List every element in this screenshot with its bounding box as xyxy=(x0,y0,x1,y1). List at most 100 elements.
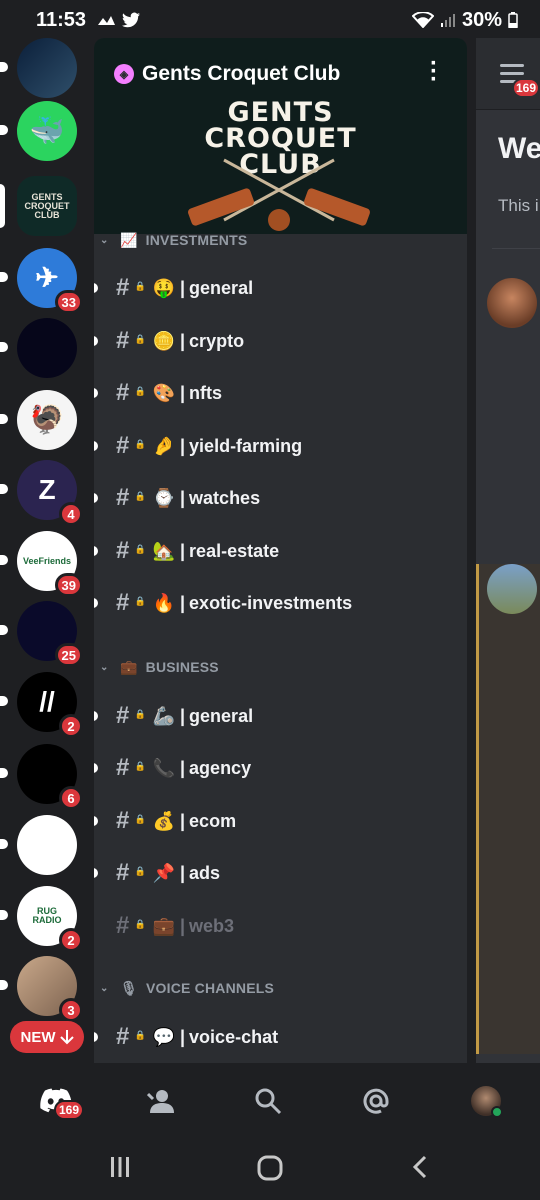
unread-indicator xyxy=(94,868,98,878)
separator: | xyxy=(180,435,186,456)
category-label: INVESTMENTS xyxy=(145,232,248,248)
server-glyph: 🐳 xyxy=(29,115,65,146)
server-icon-server-slash[interactable]: //2 xyxy=(0,672,83,738)
channel-agency[interactable]: # 🔒 📞 | agency xyxy=(94,746,467,790)
server-icon-server-turkey[interactable]: 🦃 xyxy=(0,390,77,450)
category-emoji: 🎙 xyxy=(120,979,138,996)
channel-name: exotic-investments xyxy=(189,592,353,613)
server-glyph: ✈ xyxy=(35,262,59,293)
server-icon-server-neon[interactable]: 25 xyxy=(0,601,83,667)
locked-channel-icon: # 🔒 xyxy=(116,379,146,406)
server-glyph: // xyxy=(39,686,55,717)
channel-voice-chat[interactable]: # 🔒 💬 | voice-chat xyxy=(94,1015,467,1059)
server-icon-server-devil[interactable] xyxy=(0,815,77,875)
channel-name: ads xyxy=(189,862,221,883)
locked-channel-icon: # 🔒 xyxy=(116,807,146,834)
channel-ecom[interactable]: # 🔒 💰 | ecom xyxy=(94,799,467,843)
channel-watches[interactable]: # 🔒 ⌚ | watches xyxy=(94,476,467,520)
home-button-icon[interactable] xyxy=(257,1155,283,1181)
category-label: VOICE CHANNELS xyxy=(145,980,275,996)
unread-indicator xyxy=(0,980,8,990)
server-icon-server-telegram[interactable]: ✈ 33 xyxy=(0,248,83,314)
tab-profile[interactable] xyxy=(468,1083,504,1119)
separator: | xyxy=(180,382,186,403)
new-label: NEW xyxy=(20,1028,56,1046)
recent-apps-icon[interactable] xyxy=(108,1155,132,1179)
server-glyph: VeeFriends xyxy=(23,555,72,566)
channel-name: general xyxy=(189,277,254,298)
message-avatar[interactable] xyxy=(487,278,537,328)
channel-yield-farming[interactable]: # 🔒 🤌 | yield-farming xyxy=(94,424,467,468)
separator: | xyxy=(180,1026,186,1047)
locked-channel-icon: # 🔒 xyxy=(116,327,146,354)
channel-name: general xyxy=(189,705,254,726)
channel-name: web3 xyxy=(189,915,235,936)
chevron-down-icon: ⌄ xyxy=(100,982,109,994)
separator: | xyxy=(180,487,186,508)
channel-emoji: 🎨 xyxy=(152,382,176,403)
unread-indicator xyxy=(0,768,8,778)
server-icon-gents-croquet-club[interactable]: GENTS CROQUET CLUB xyxy=(0,176,77,236)
divider xyxy=(492,248,540,249)
at-icon xyxy=(363,1088,389,1114)
category-header[interactable]: ⌄ 🎙 VOICE CHANNELS xyxy=(94,976,467,1000)
unread-indicator xyxy=(94,283,98,293)
clock: 11:53 xyxy=(36,8,87,31)
server-icon-server-adidas[interactable] xyxy=(0,318,77,378)
tab-home[interactable]: 169 xyxy=(38,1083,85,1120)
unread-indicator xyxy=(94,598,98,608)
unread-indicator xyxy=(94,763,98,773)
highlighted-message xyxy=(476,564,540,1054)
channel-nfts[interactable]: # 🔒 🎨 | nfts xyxy=(94,371,467,415)
server-banner[interactable]: ◈ Gents Croquet Club · · · GENTS CROQUET C… xyxy=(94,38,467,234)
channel-general[interactable]: # 🔒 🦾 | general xyxy=(94,694,467,738)
notification-icons xyxy=(96,12,141,28)
message-avatar[interactable] xyxy=(487,564,537,614)
tab-search[interactable] xyxy=(250,1083,286,1119)
server-header[interactable]: ◈ Gents Croquet Club xyxy=(114,62,340,86)
separator: | xyxy=(180,277,186,298)
channel-name: yield-farming xyxy=(189,435,303,456)
unread-indicator xyxy=(0,484,8,494)
category-header[interactable]: ⌄ 💼 BUSINESS xyxy=(94,655,467,679)
separator: | xyxy=(180,810,186,831)
server-icon-server-veefriends[interactable]: VeeFriends 39 xyxy=(0,531,83,597)
locked-channel-icon: # 🔒 xyxy=(116,754,146,781)
back-icon[interactable] xyxy=(410,1155,430,1179)
welcome-subtitle: This i xyxy=(498,196,539,215)
mention-badge: 39 xyxy=(54,573,83,597)
channel-emoji: 🪙 xyxy=(152,330,176,351)
category-header[interactable]: ⌄ 📈 INVESTMENTS xyxy=(94,228,467,252)
mention-badge: 3 xyxy=(59,998,83,1022)
tab-mentions[interactable] xyxy=(358,1083,394,1119)
server-icon-server-rug-radio[interactable]: RUG RADIO 2 xyxy=(0,886,83,952)
locked-channel-icon: # 🔒 xyxy=(116,537,146,564)
separator: | xyxy=(180,915,186,936)
locked-channel-icon: # 🔒 xyxy=(116,859,146,886)
channel-emoji: 💰 xyxy=(152,810,176,831)
channel-general[interactable]: # 🔒 🤑 | general xyxy=(94,266,467,310)
category-emoji: 💼 xyxy=(120,658,138,675)
online-status-icon xyxy=(491,1106,503,1118)
server-icon-server-diamond[interactable]: 6 xyxy=(0,744,83,810)
tab-friends[interactable] xyxy=(144,1083,180,1119)
channel-crypto[interactable]: # 🔒 🪙 | crypto xyxy=(94,319,467,363)
channel-emoji: 💼 xyxy=(152,915,176,936)
unread-indicator xyxy=(0,696,8,706)
channel-exotic-investments[interactable]: # 🔒 🔥 | exotic-investments xyxy=(94,581,467,625)
friends-icon xyxy=(147,1090,174,1113)
server-icon-server-z[interactable]: Z4 xyxy=(0,460,83,526)
croquet-mallets-icon xyxy=(188,158,370,231)
chat-peek[interactable]: 169 We This i xyxy=(476,38,540,1063)
server-icon-server-1[interactable] xyxy=(0,38,77,98)
channel-ads[interactable]: # 🔒 📌 | ads xyxy=(94,851,467,895)
server-icon-server-whale[interactable]: 🐳 xyxy=(0,101,77,161)
more-options-icon[interactable]: · · · xyxy=(429,52,439,92)
new-unreads-button[interactable]: NEW xyxy=(10,1021,84,1053)
server-glyph: GENTS CROQUET CLUB xyxy=(24,191,70,220)
server-icon-server-avatar[interactable]: 3 xyxy=(0,956,83,1022)
channel-name: voice-chat xyxy=(189,1026,279,1047)
channel-panel: ◈ Gents Croquet Club · · · GENTS CROQUET C… xyxy=(94,38,467,1063)
channel-web3[interactable]: # 🔒 💼 | web3 xyxy=(94,904,467,948)
channel-real-estate[interactable]: # 🔒 🏡 | real-estate xyxy=(94,529,467,573)
